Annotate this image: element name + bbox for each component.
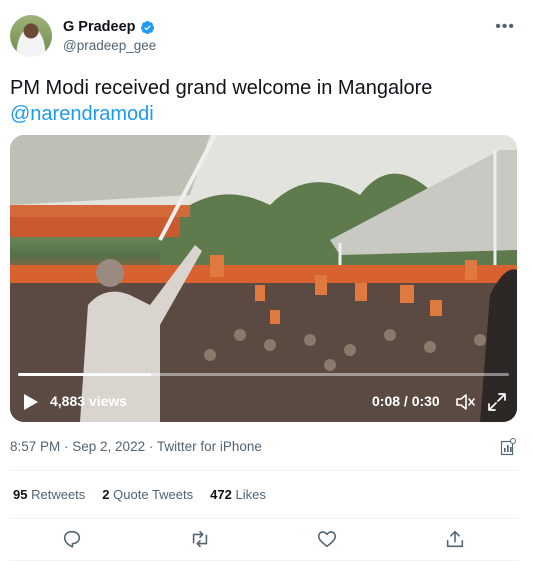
tweet-body: PM Modi received grand welcome in Mangal… bbox=[10, 77, 433, 99]
video-player[interactable]: 4,883 views 0:08 / 0:30 bbox=[10, 135, 517, 422]
video-time: 0:08 / 0:30 bbox=[372, 393, 440, 409]
reply-icon bbox=[63, 530, 81, 548]
tweet-actions bbox=[0, 528, 533, 550]
video-progress-fill bbox=[18, 373, 151, 376]
verified-badge-icon bbox=[140, 20, 154, 34]
video-views: 4,883 views bbox=[50, 393, 128, 409]
like-button[interactable] bbox=[316, 528, 338, 550]
author-handle[interactable]: @pradeep_gee bbox=[63, 38, 156, 53]
retweets-stat[interactable]: 95 Retweets bbox=[13, 487, 85, 502]
divider bbox=[10, 470, 518, 471]
video-frame bbox=[10, 135, 517, 422]
tweet-timestamp[interactable]: 8:57 PM · Sep 2, 2022 bbox=[10, 439, 145, 454]
analytics-icon[interactable] bbox=[500, 438, 516, 456]
retweets-label: Retweets bbox=[31, 487, 86, 502]
avatar[interactable] bbox=[10, 15, 52, 57]
tweet-meta: 8:57 PM · Sep 2, 2022 · Twitter for iPho… bbox=[10, 439, 262, 454]
play-icon[interactable] bbox=[24, 394, 38, 410]
more-icon[interactable]: ••• bbox=[495, 18, 515, 36]
likes-label: Likes bbox=[235, 487, 266, 502]
retweet-button[interactable] bbox=[189, 528, 211, 550]
author-name-row[interactable]: G Pradeep bbox=[63, 19, 155, 35]
mute-icon[interactable] bbox=[456, 393, 476, 411]
expand-icon[interactable] bbox=[488, 393, 506, 411]
mention-link[interactable]: @narendramodi bbox=[10, 101, 520, 127]
quotes-count: 2 bbox=[102, 487, 110, 502]
like-icon bbox=[317, 531, 337, 548]
retweet-icon bbox=[192, 530, 208, 548]
video-progress-bar[interactable] bbox=[18, 373, 509, 376]
likes-count: 472 bbox=[210, 487, 232, 502]
likes-stat[interactable]: 472 Likes bbox=[210, 487, 266, 502]
share-button[interactable] bbox=[444, 528, 466, 550]
tweet-stats: 95 Retweets 2 Quote Tweets 472 Likes bbox=[13, 487, 266, 502]
divider bbox=[10, 560, 518, 561]
meta-separator: · bbox=[148, 439, 154, 454]
retweets-count: 95 bbox=[13, 487, 28, 502]
tweet-text: PM Modi received grand welcome in Mangal… bbox=[10, 75, 520, 127]
share-icon bbox=[446, 530, 464, 548]
author-name[interactable]: G Pradeep bbox=[63, 19, 136, 35]
tweet-source[interactable]: Twitter for iPhone bbox=[157, 439, 262, 454]
quotes-stat[interactable]: 2 Quote Tweets bbox=[102, 487, 193, 502]
divider bbox=[10, 518, 518, 519]
quotes-label: Quote Tweets bbox=[113, 487, 194, 502]
reply-button[interactable] bbox=[61, 528, 83, 550]
